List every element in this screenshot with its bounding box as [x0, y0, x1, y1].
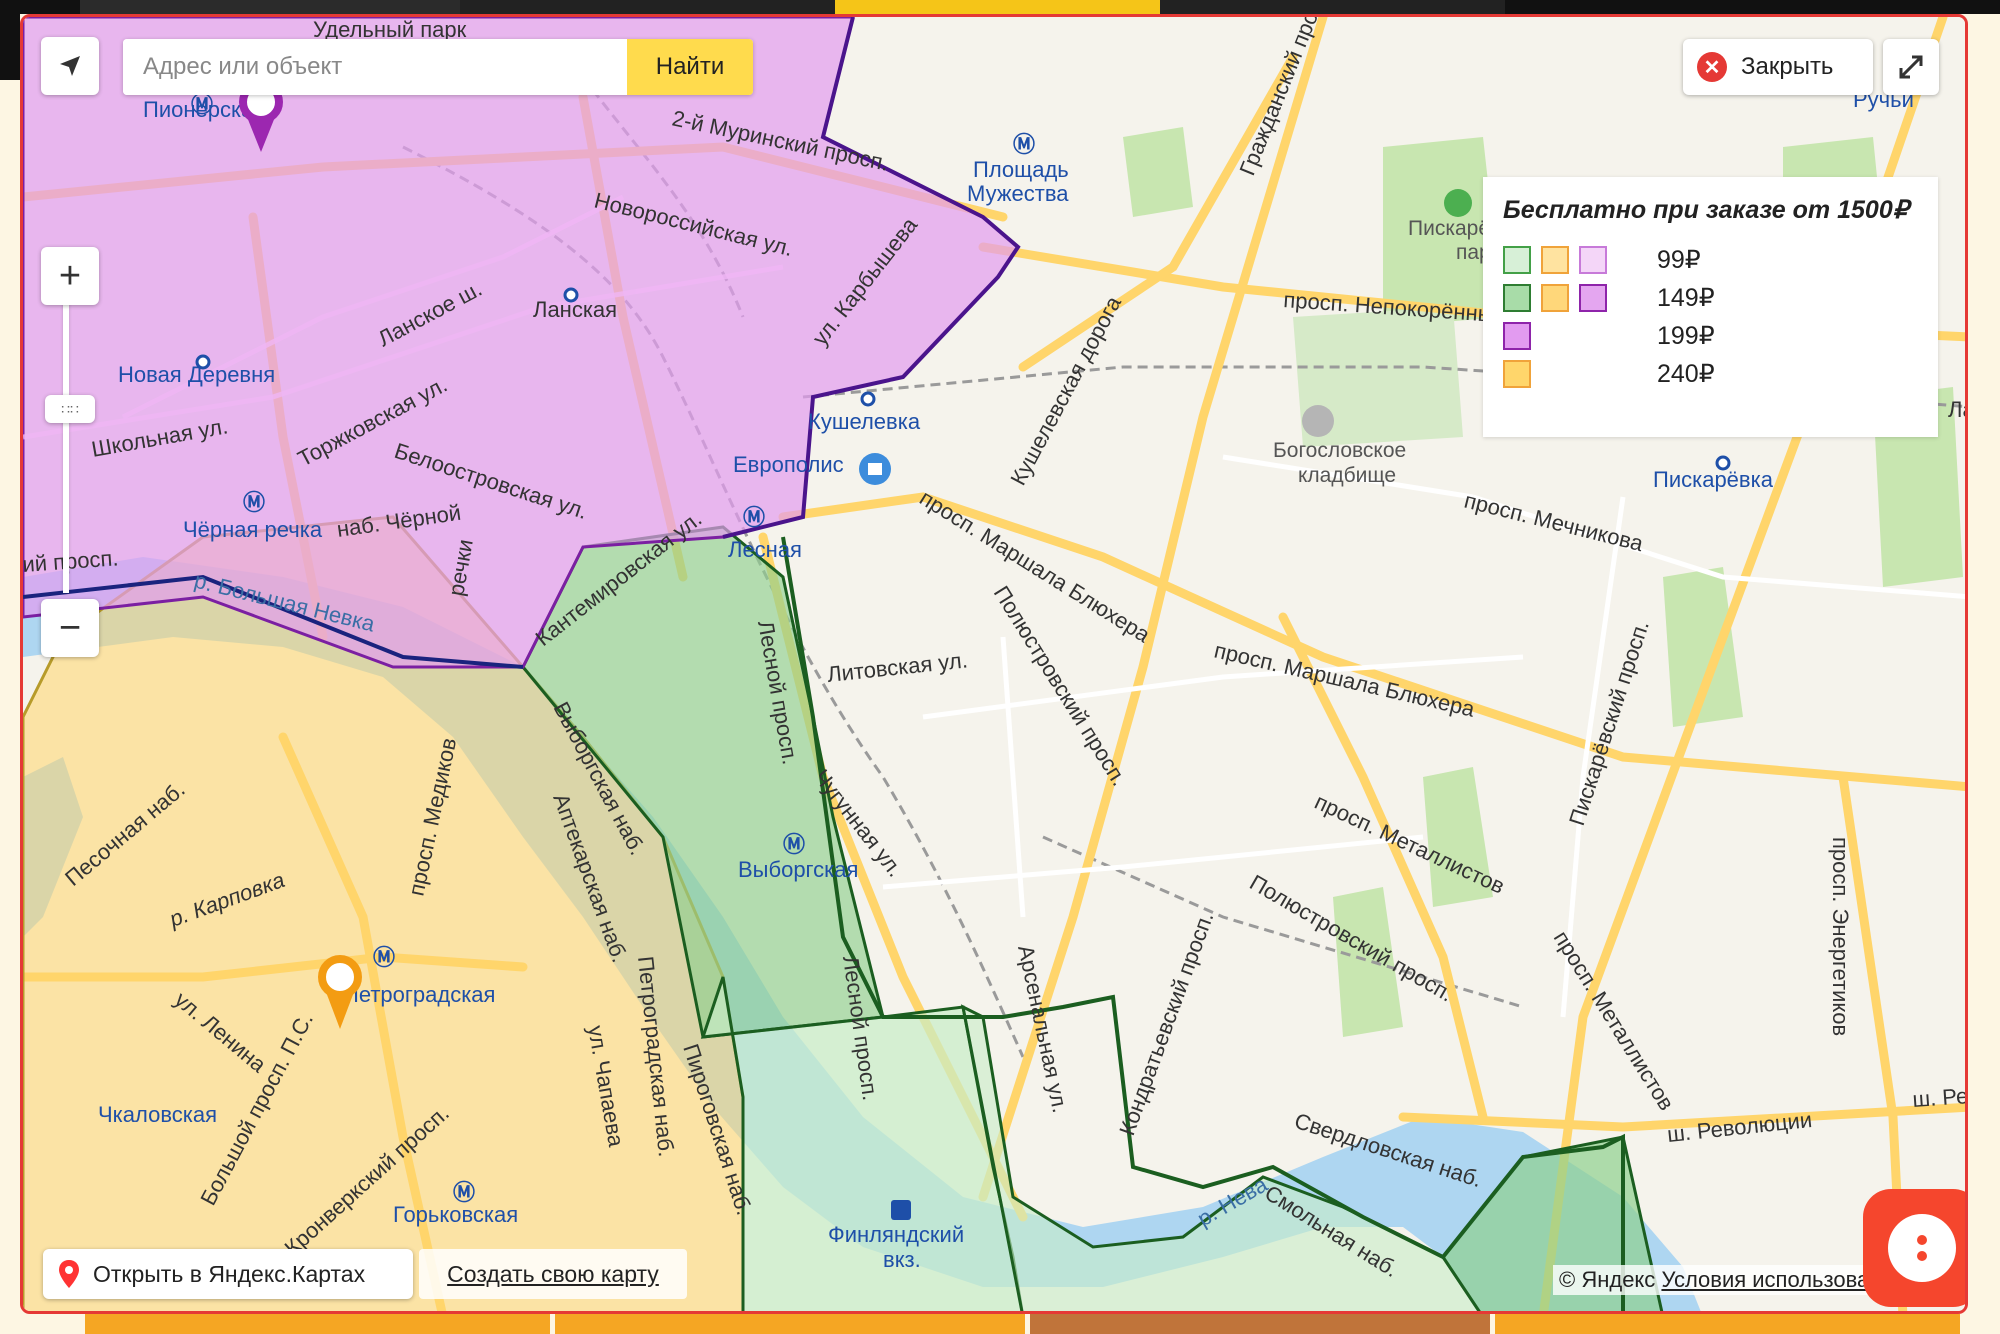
label-la: Ла [1948, 397, 1968, 422]
legend-title: Бесплатно при заказе от 1500₽ [1503, 196, 1909, 224]
label-metro-ploshchad-1: Площадь [973, 157, 1069, 182]
label-evropolis: Европолис [733, 452, 844, 477]
station-dot [195, 354, 211, 370]
swatch-purple-light [1579, 246, 1607, 274]
metro-icon: Ⓜ [243, 490, 265, 515]
cemetery-icon [1302, 405, 1334, 437]
zoom-slider-handle[interactable]: ∷∷ [45, 395, 95, 423]
label-metro-ploshchad-2: Мужества [967, 181, 1069, 206]
geolocation-button[interactable] [41, 37, 99, 95]
station-dot [563, 287, 579, 303]
station-dot [1715, 455, 1731, 471]
copyright-text: © Яндекс [1559, 1267, 1656, 1292]
legend-row-240: 240₽ [1503, 355, 1918, 393]
page-bottom-strip [0, 1314, 2000, 1334]
swatch-yellow-light [1541, 246, 1569, 274]
park-icon [1444, 189, 1472, 217]
label-metro-petrogradskaya: Петроградская [343, 982, 495, 1007]
open-in-yandex-maps-button[interactable]: Открыть в Яндекс.Картах [43, 1249, 413, 1299]
label-bogoslovskoe-2: кладбище [1298, 464, 1396, 487]
navigation-arrow-icon [60, 56, 80, 76]
label-chernaya-rechka: Чёрная речка [183, 517, 323, 542]
legend-price-199: 199₽ [1657, 322, 1715, 350]
shopping-bag-shape [868, 463, 882, 475]
swatch-purple-dark [1503, 322, 1531, 350]
create-map-link[interactable]: Создать свою карту [419, 1249, 687, 1299]
close-icon: ✕ [1697, 52, 1727, 82]
label-metro-vyborgskaya: Выборгская [738, 857, 858, 882]
legend-price-149: 149₽ [1657, 284, 1715, 312]
swatch-green [1503, 284, 1531, 312]
swatch-yellow [1541, 284, 1569, 312]
page-top-strip [0, 0, 2000, 14]
label-sh-re: ш. Ре [1912, 1083, 1968, 1112]
legend-row-99: 99₽ [1503, 241, 1918, 279]
label-metro-chkalovskaya: Чкаловская [98, 1102, 217, 1127]
close-map-button[interactable]: ✕ Закрыть [1683, 39, 1873, 95]
open-in-yandex-label: Открыть в Яндекс.Картах [93, 1260, 366, 1287]
search-box: Найти [123, 39, 753, 95]
chat-widget-button[interactable] [1863, 1189, 1965, 1307]
label-metro-gorkovskaya: Горьковская [393, 1202, 518, 1227]
zoom-out-button[interactable]: − [41, 599, 99, 657]
station-dot [860, 391, 876, 407]
swatch-green-light [1503, 246, 1531, 274]
expand-icon [1899, 55, 1923, 79]
map-pin-icon [59, 1260, 79, 1288]
legend-price-99: 99₽ [1657, 246, 1701, 274]
label-finlyandsky-1: Финляндский [828, 1222, 964, 1247]
label-kushelevka: Кушелевка [808, 409, 921, 434]
metro-icon: Ⓜ [783, 832, 805, 857]
label-bogoslovskoe-1: Богословское [1273, 439, 1406, 462]
legend-row-199: 199₽ [1503, 317, 1918, 355]
label-energetikov: просп. Энергетиков [1828, 837, 1853, 1036]
railway-station-icon [891, 1200, 911, 1220]
metro-icon: Ⓜ [453, 1180, 475, 1205]
swatch-yellow-dark [1503, 360, 1531, 388]
legend-row-149: 149₽ [1503, 279, 1918, 317]
metro-icon: Ⓜ [743, 505, 765, 530]
legend-price-240: 240₽ [1657, 360, 1715, 388]
search-input[interactable] [123, 39, 627, 95]
close-label: Закрыть [1741, 53, 1834, 80]
metro-icon: Ⓜ [1013, 132, 1035, 157]
copyright: © Яндекс Условия использования [1553, 1265, 1912, 1295]
swatch-purple [1579, 284, 1607, 312]
zoom-in-button[interactable]: + [41, 247, 99, 305]
delivery-price-legend: Бесплатно при заказе от 1500₽ 99₽ 149₽ 1… [1483, 177, 1938, 437]
page-left-strip [0, 14, 20, 80]
delivery-zone-map[interactable]: Удельный парк Пионерская 2-й Муринский п… [20, 14, 1968, 1314]
search-button[interactable]: Найти [627, 39, 753, 95]
metro-icon: Ⓜ [191, 92, 213, 117]
fullscreen-button[interactable] [1883, 39, 1939, 95]
label-metro-lesnaya: Лесная [728, 537, 802, 562]
label-metro-piskarevka: Пискарёвка [1653, 467, 1774, 492]
label-finlyandsky-2: вкз. [883, 1247, 921, 1272]
chat-icon [1888, 1214, 1956, 1282]
metro-icon: Ⓜ [373, 945, 395, 970]
